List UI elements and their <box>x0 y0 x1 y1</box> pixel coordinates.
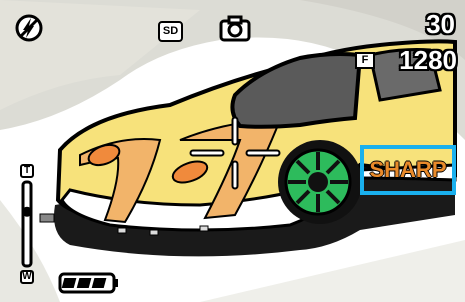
flash-off-icon <box>15 14 43 42</box>
sharpness-setting-highlight[interactable]: SHARP <box>360 145 456 195</box>
image-size-value: 1280 <box>399 45 457 75</box>
quality-label: F <box>361 54 369 66</box>
battery-level-cells <box>61 278 107 288</box>
storage-label: SD <box>162 25 179 37</box>
zoom-tele-label: T <box>20 164 34 178</box>
zoom-bar <box>21 180 33 268</box>
zoom-level-indicator <box>22 206 32 217</box>
battery-full-icon <box>58 272 118 294</box>
remaining-shots-count: 30 <box>426 9 455 39</box>
camera-screen: SD 30 F 1280 SHARP T W <box>0 0 465 302</box>
sd-card-icon: SD <box>158 21 183 42</box>
still-camera-icon <box>219 15 251 42</box>
af-target-crosshair <box>189 116 281 190</box>
zoom-wide-label: W <box>20 270 34 284</box>
sharpness-label: SHARP <box>369 157 447 182</box>
quality-fine-icon: F <box>355 52 375 69</box>
